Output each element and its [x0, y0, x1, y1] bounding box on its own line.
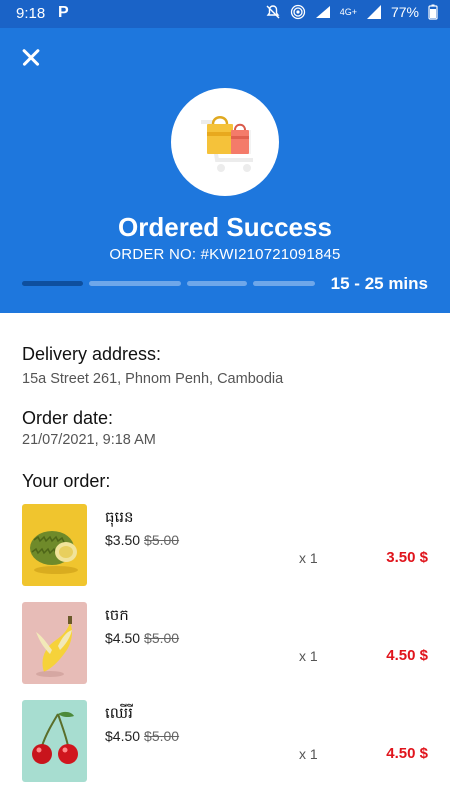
item-quantity: x 1 [299, 550, 318, 566]
item-sale-price: $3.50 [105, 532, 141, 548]
progress-step-2 [89, 281, 181, 286]
order-date-value: 21/07/2021, 9:18 AM [22, 432, 156, 448]
shopping-cart-illustration [171, 88, 279, 196]
order-item[interactable]: ធុរេន $3.50 $5.00 x 1 3.50 $ [22, 504, 428, 586]
item-name: ធុរេន [105, 509, 134, 526]
battery-percent: 77% [390, 4, 419, 20]
order-success-header: Ordered Success ORDER NO: #KWI2107210918… [0, 28, 450, 313]
status-icons: 4G+ 77% [265, 4, 438, 20]
wifi-off-icon [315, 6, 330, 18]
signal-icon [366, 5, 381, 19]
cherry-image [22, 700, 87, 782]
cart-bags-icon [201, 116, 253, 172]
progress-step-1 [22, 281, 83, 286]
item-sale-price: $4.50 [105, 630, 141, 646]
network-type: 4G+ [339, 7, 357, 17]
item-price: $3.50 $5.00 [105, 532, 179, 548]
delivery-eta: 15 - 25 mins [330, 274, 428, 293]
page-title: Ordered Success [118, 212, 332, 242]
delivery-address-value: 15a Street 261, Phnom Penh, Cambodia [22, 371, 284, 387]
item-old-price: $5.00 [144, 532, 180, 548]
order-number: ORDER NO: #KWI210721091845 [109, 246, 341, 263]
your-order-label: Your order: [22, 471, 111, 491]
delivery-progress-bar [22, 281, 315, 286]
item-sale-price: $4.50 [105, 728, 141, 744]
progress-step-4 [253, 281, 315, 286]
item-old-price: $5.00 [144, 630, 180, 646]
item-price: $4.50 $5.00 [105, 728, 179, 744]
order-item[interactable]: ចេក $4.50 $5.00 x 1 4.50 $ [22, 602, 428, 684]
status-time: 9:18 [16, 5, 46, 22]
delivery-address-label: Delivery address: [22, 344, 162, 364]
item-price: $4.50 $5.00 [105, 630, 179, 646]
notifications-off-icon [266, 5, 280, 19]
status-bar: 9:18 P 4G+ 77% [0, 0, 450, 28]
item-name: ចេក [105, 607, 129, 624]
order-date-label: Order date: [22, 408, 114, 428]
order-item[interactable]: ឈើរី $4.50 $5.00 x 1 4.50 $ [22, 700, 428, 782]
durian-image [22, 504, 87, 586]
item-total: 4.50 $ [386, 647, 428, 664]
close-button[interactable] [18, 44, 44, 70]
item-quantity: x 1 [299, 648, 318, 664]
item-old-price: $5.00 [144, 728, 180, 744]
battery-icon [428, 4, 438, 20]
parking-app-icon: P [58, 4, 69, 21]
hotspot-icon [290, 4, 305, 20]
item-total: 3.50 $ [386, 549, 428, 566]
item-name: ឈើរី [105, 705, 133, 722]
progress-step-3 [187, 281, 247, 286]
item-quantity: x 1 [299, 746, 318, 762]
banana-image [22, 602, 87, 684]
item-total: 4.50 $ [386, 745, 428, 762]
